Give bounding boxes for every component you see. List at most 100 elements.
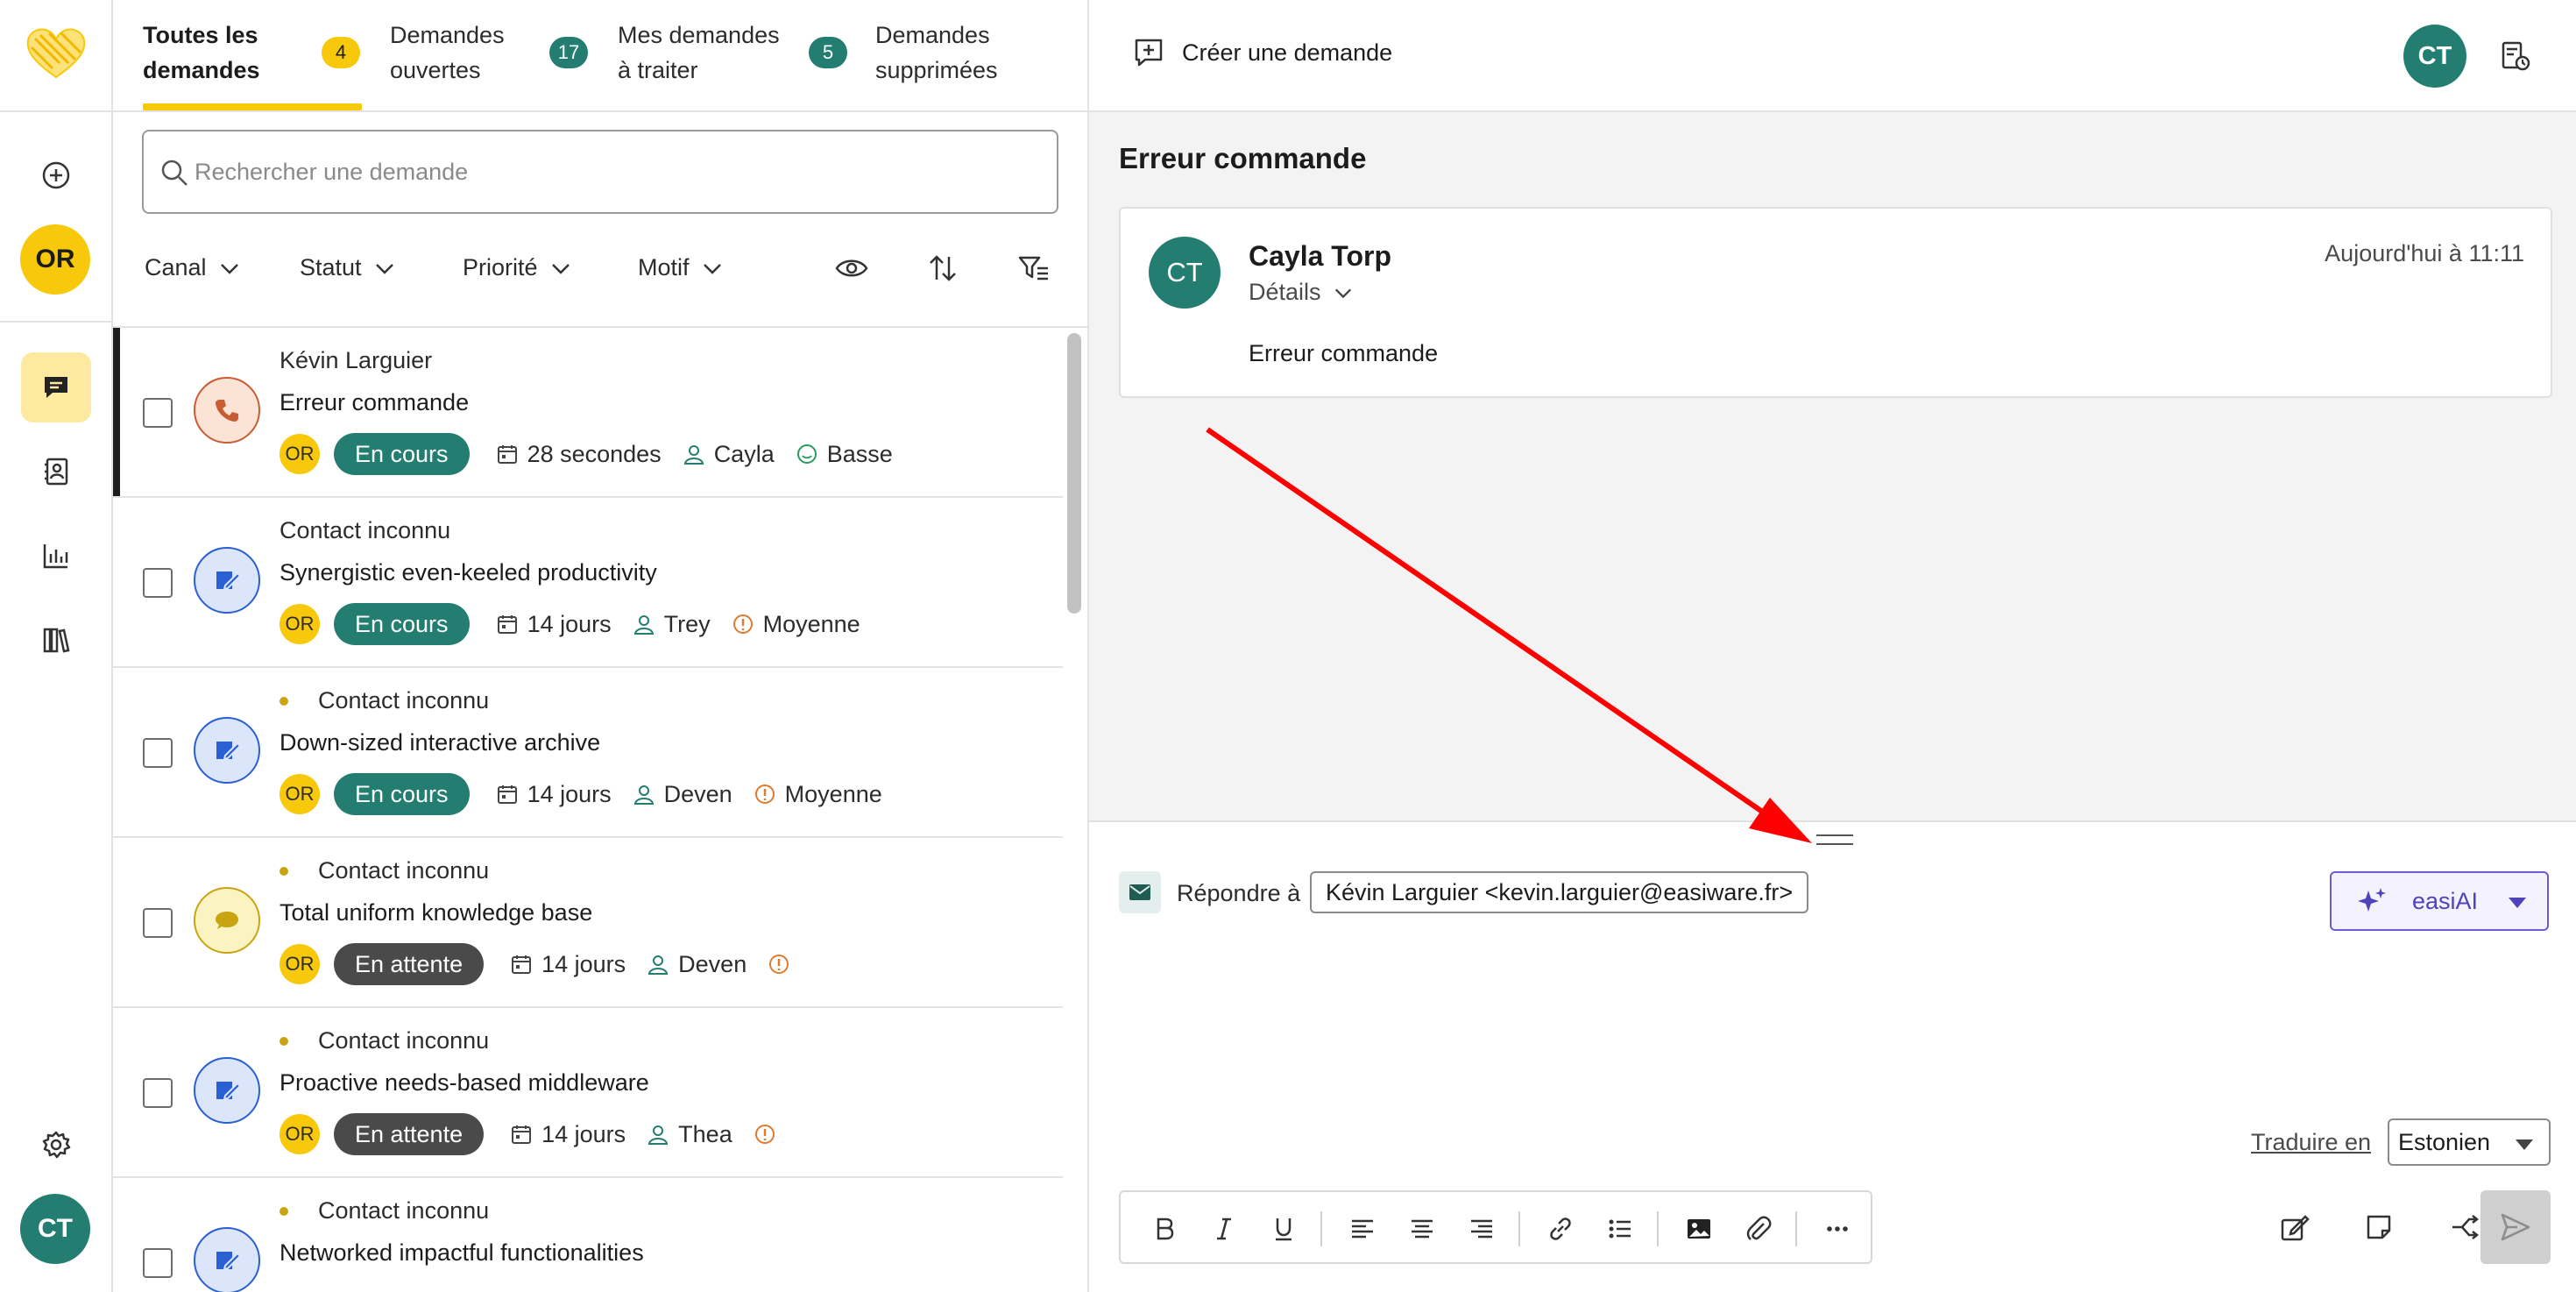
row-subject: Networked impactful functionalities: [280, 1239, 644, 1266]
unread-dot: [280, 1206, 288, 1216]
age: 28 secondes: [496, 441, 662, 468]
filter-label: Priorité: [463, 254, 538, 280]
eye-icon[interactable]: [834, 251, 869, 286]
image-button[interactable]: [1680, 1210, 1718, 1248]
resize-handle[interactable]: [1816, 834, 1853, 845]
row-contact: Contact inconnu: [280, 857, 489, 884]
age: 14 jours: [496, 781, 612, 808]
nav-statistics[interactable]: [21, 521, 91, 591]
calendar-icon: [497, 615, 517, 634]
user-icon: [648, 955, 669, 975]
filter-statut[interactable]: Statut: [300, 254, 395, 281]
contact-name: Contact inconnu: [318, 1027, 490, 1054]
active-tab-indicator: [143, 103, 362, 110]
create-request-button[interactable]: Créer une demande: [1133, 37, 1392, 68]
tab-all-requests[interactable]: Toutes les demandes: [143, 18, 260, 88]
calendar-icon: [512, 955, 532, 974]
tab-open-requests[interactable]: Demandes ouvertes: [390, 18, 505, 88]
unread-dot: [280, 866, 288, 876]
details-label: Détails: [1249, 279, 1321, 305]
filter-canal[interactable]: Canal: [145, 254, 240, 281]
row-checkbox[interactable]: [143, 1248, 173, 1278]
italic-button[interactable]: [1205, 1210, 1243, 1248]
filter-motif[interactable]: Motif: [638, 254, 723, 281]
row-meta: OR En attente 14 jours Thea: [280, 1113, 797, 1155]
contact-name: Contact inconnu: [318, 857, 490, 884]
align-right-button[interactable]: [1462, 1210, 1501, 1248]
user-icon: [633, 615, 654, 635]
history-log-icon[interactable]: [2498, 39, 2533, 74]
request-list: Kévin Larguier Erreur commande OR En cou…: [113, 326, 1087, 1292]
message-details-toggle[interactable]: Détails: [1249, 279, 1353, 306]
heart-logo-icon[interactable]: [25, 26, 88, 81]
header-agent-avatar[interactable]: CT: [2403, 25, 2466, 88]
note-button[interactable]: [2360, 1208, 2398, 1246]
underline-button[interactable]: [1264, 1210, 1303, 1248]
bullet-list-button[interactable]: [1601, 1210, 1639, 1248]
status-badge: En cours: [334, 773, 470, 815]
contact-name: Contact inconnu: [318, 1197, 490, 1224]
request-row[interactable]: Contact inconnu Networked impactful func…: [113, 1178, 1063, 1292]
agent-avatar[interactable]: CT: [20, 1194, 90, 1264]
priority-medium-icon: [732, 614, 753, 634]
priority: Moyenne: [732, 611, 860, 638]
edit-draft-button[interactable]: [2275, 1208, 2314, 1246]
attachment-button[interactable]: [1739, 1210, 1778, 1248]
channel-form: [194, 547, 260, 614]
age: 14 jours: [510, 951, 626, 978]
tab-deleted-requests[interactable]: Demandes supprimées: [875, 18, 998, 88]
status-badge: En cours: [334, 433, 470, 475]
settings-button[interactable]: [21, 1110, 91, 1180]
language-value: Estonien: [2398, 1128, 2491, 1155]
row-checkbox[interactable]: [143, 908, 173, 938]
request-row[interactable]: Kévin Larguier Erreur commande OR En cou…: [113, 328, 1063, 498]
easiai-button[interactable]: easiAI: [2330, 871, 2549, 931]
age-text: 14 jours: [541, 950, 626, 977]
align-left-button[interactable]: [1343, 1210, 1382, 1248]
tab-label: Demandes: [390, 22, 505, 48]
row-subject: Down-sized interactive archive: [280, 729, 601, 756]
send-button[interactable]: [2480, 1190, 2551, 1264]
filter-priorite[interactable]: Priorité: [463, 254, 571, 281]
nav-contacts[interactable]: [21, 437, 91, 507]
tab-count-badge: 17: [549, 37, 588, 68]
toolbar-separator: [1518, 1211, 1520, 1246]
request-row[interactable]: Contact inconnu Total uniform knowledge …: [113, 838, 1063, 1008]
more-horizontal-icon: [1827, 1226, 1848, 1232]
list-scrollbar[interactable]: [1067, 333, 1081, 614]
recipient-field[interactable]: Kévin Larguier <kevin.larguier@easiware.…: [1310, 871, 1809, 913]
transfer-button[interactable]: [2445, 1208, 2484, 1246]
row-checkbox[interactable]: [143, 738, 173, 768]
row-subject: Proactive needs-based middleware: [280, 1069, 649, 1096]
tab-my-requests[interactable]: Mes demandes à traiter: [618, 18, 780, 88]
nav-requests[interactable]: [21, 352, 91, 422]
age-text: 14 jours: [527, 610, 612, 637]
mail-icon: [1129, 884, 1150, 900]
row-checkbox[interactable]: [143, 568, 173, 598]
row-checkbox[interactable]: [143, 1078, 173, 1108]
send-icon: [2501, 1213, 2530, 1241]
request-row[interactable]: Contact inconnu Synergistic even-keeled …: [113, 498, 1063, 668]
language-select[interactable]: Estonien: [2388, 1118, 2551, 1166]
request-row[interactable]: Contact inconnu Proactive needs-based mi…: [113, 1008, 1063, 1178]
request-row[interactable]: Contact inconnu Down-sized interactive a…: [113, 668, 1063, 838]
unread-dot: [280, 1036, 288, 1046]
app: OR CT Toutes les demandes 4 Demandes ouv…: [0, 0, 2576, 1292]
form-edit-icon: [216, 742, 241, 761]
user-avatar[interactable]: OR: [20, 224, 90, 295]
filter-settings-icon[interactable]: [1016, 251, 1051, 286]
search-input[interactable]: Rechercher une demande: [142, 130, 1058, 214]
new-request-button[interactable]: [21, 140, 91, 210]
translate-link[interactable]: Traduire en: [2251, 1129, 2371, 1156]
more-options-button[interactable]: [1818, 1210, 1857, 1248]
priority-text: Moyenne: [784, 780, 882, 807]
priority-medium-icon: [754, 1125, 775, 1144]
link-button[interactable]: [1541, 1210, 1580, 1248]
align-center-button[interactable]: [1403, 1210, 1441, 1248]
toolbar-separator: [1795, 1211, 1797, 1246]
add-circle-icon: [42, 161, 70, 189]
bold-button[interactable]: [1145, 1210, 1184, 1248]
row-checkbox[interactable]: [143, 398, 173, 428]
sort-icon[interactable]: [925, 251, 960, 286]
nav-library[interactable]: [21, 605, 91, 675]
